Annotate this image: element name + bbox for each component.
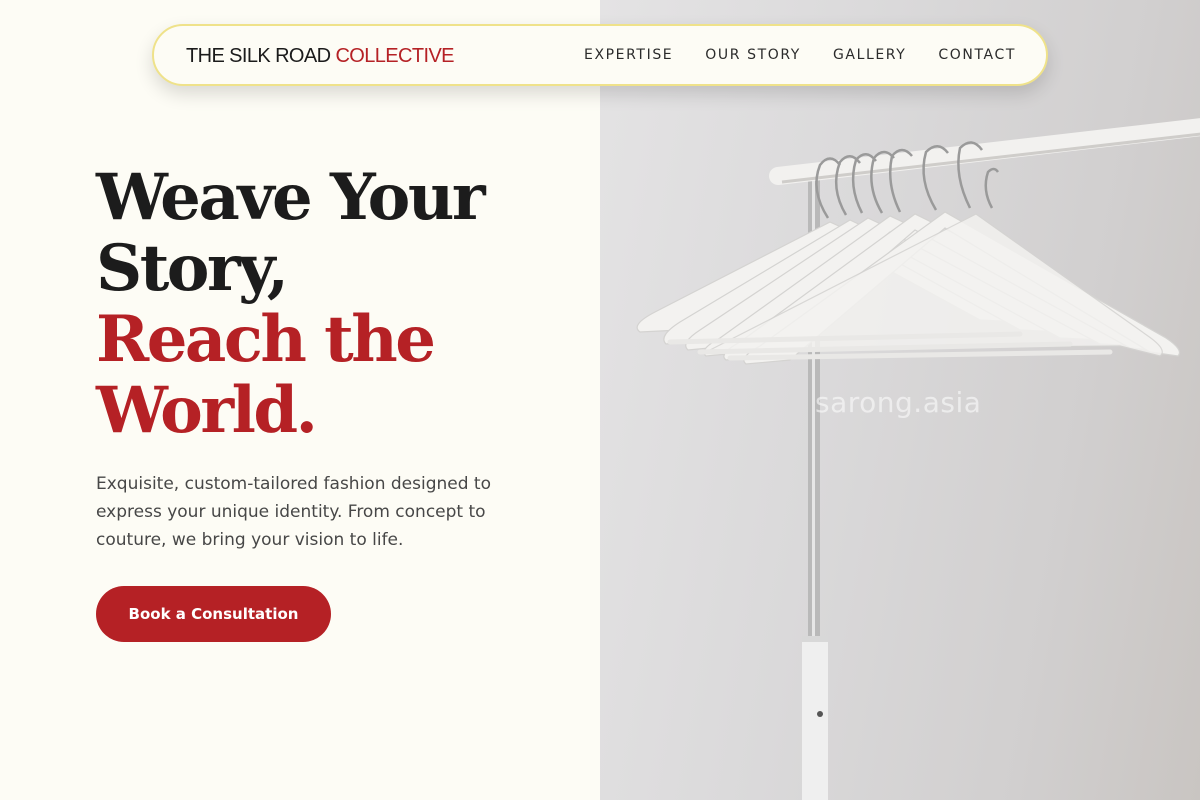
hero-image: sarong.asia — [600, 0, 1200, 800]
hero-title-line3: Reach the — [96, 302, 436, 377]
navbar: THE SILK ROAD COLLECTIVE EXPERTISE OUR S… — [152, 24, 1048, 86]
brand-name-part1: THE SILK ROAD — [186, 45, 331, 67]
rack-rail — [769, 118, 1200, 185]
nav-links: EXPERTISE OUR STORY GALLERY CONTACT — [584, 46, 1016, 64]
image-watermark: sarong.asia — [815, 386, 982, 419]
nav-link-contact[interactable]: CONTACT — [938, 46, 1016, 64]
nav-link-gallery[interactable]: GALLERY — [833, 46, 906, 64]
hero-title: Weave Your Story, Reach the World. — [96, 160, 486, 448]
hanger-group — [636, 141, 1181, 365]
brand-logo[interactable]: THE SILK ROAD COLLECTIVE — [186, 44, 455, 68]
nav-link-our-story[interactable]: OUR STORY — [705, 46, 801, 64]
rack-base — [802, 636, 828, 800]
brand-name-part2: COLLECTIVE — [335, 45, 454, 67]
book-consultation-button[interactable]: Book a Consultation — [96, 586, 331, 642]
hero-description: Exquisite, custom-tailored fashion desig… — [96, 474, 491, 550]
nav-link-expertise[interactable]: EXPERTISE — [584, 46, 673, 64]
hero-title-line4: World. — [96, 373, 318, 448]
hero-title-line1: Weave Your — [96, 160, 486, 235]
hero-title-line2: Story, — [96, 231, 289, 306]
